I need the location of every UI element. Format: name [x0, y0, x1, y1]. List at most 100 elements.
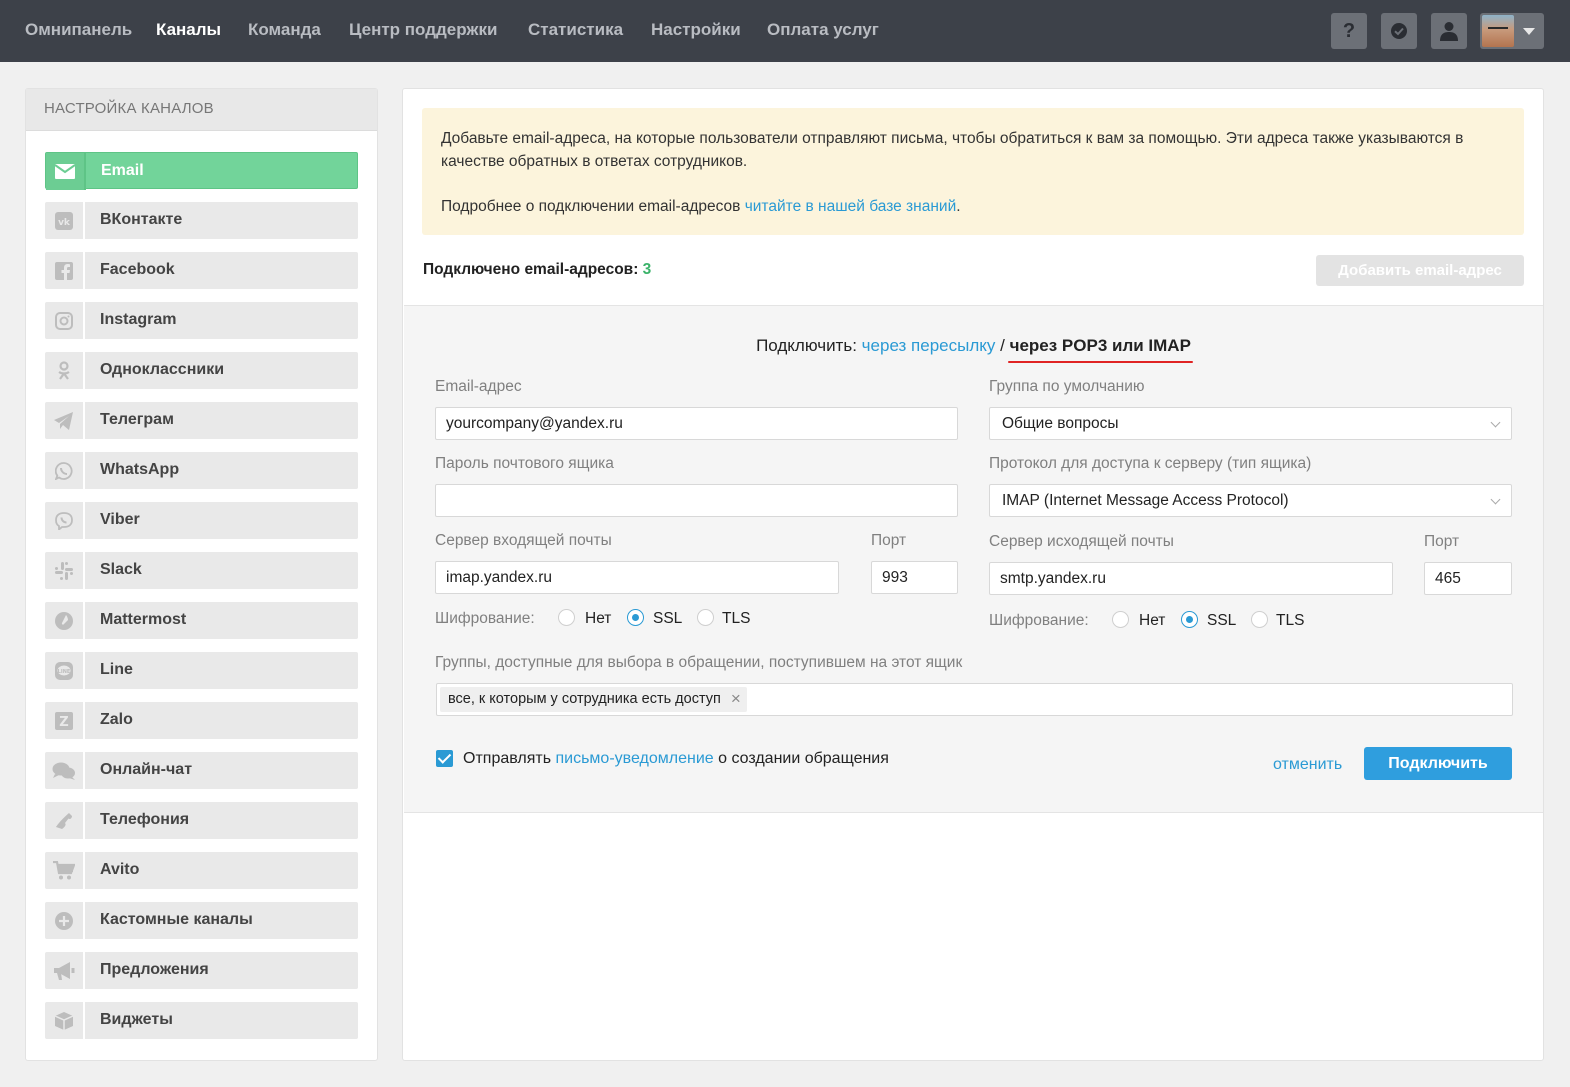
user-icon: [1440, 22, 1458, 41]
incoming-port-label: Порт: [871, 532, 907, 549]
incoming-encryption-ssl-radio[interactable]: [627, 609, 644, 626]
whatsapp-icon: [55, 461, 73, 480]
nav-channels[interactable]: Каналы: [156, 20, 221, 40]
avatar-menu-button[interactable]: [1480, 13, 1544, 49]
nav-omnipanel[interactable]: Омнипанель: [25, 20, 132, 40]
profile-button[interactable]: [1431, 13, 1467, 49]
cart-icon: [53, 860, 75, 879]
nav-team[interactable]: Команда: [248, 20, 321, 40]
outgoing-encryption: Шифрование: Нет SSL TLS: [989, 611, 1305, 629]
groups-tag: все, к которым у сотрудника есть доступ …: [440, 687, 747, 712]
sidebar-item-avito[interactable]: Avito: [45, 852, 358, 889]
zalo-icon: Z: [55, 711, 73, 730]
sidebar-item-label: Slack: [100, 561, 142, 578]
outgoing-port-field[interactable]: 465: [1424, 562, 1512, 595]
svg-text:vk: vk: [58, 218, 71, 228]
sidebar-item-label: Телефония: [100, 811, 190, 828]
vk-icon: vk: [55, 211, 73, 230]
default-group-label: Группа по умолчанию: [989, 378, 1145, 395]
protocol-select[interactable]: IMAP (Internet Message Access Protocol): [989, 484, 1512, 517]
odnoklassniki-icon: [58, 360, 70, 380]
facebook-icon: [55, 261, 73, 280]
sidebar-item-vkontakte[interactable]: vk ВКонтакте: [45, 202, 358, 239]
sidebar-item-label: ВКонтакте: [100, 211, 183, 228]
nav-settings[interactable]: Настройки: [651, 20, 741, 40]
info-notice: Добавьте email-адреса, на которые пользо…: [422, 108, 1524, 235]
connect-imap-option[interactable]: через POP3 или IMAP: [1010, 336, 1191, 355]
svg-text:Z: Z: [59, 715, 68, 730]
top-navbar: Омнипанель Каналы Команда Центр поддержк…: [0, 0, 1570, 62]
sidebar-item-zalo[interactable]: Z Zalo: [45, 702, 358, 739]
sidebar-item-odnoklassniki[interactable]: Одноклассники: [45, 352, 358, 389]
sidebar-item-label: Facebook: [100, 261, 175, 278]
incoming-encryption-tls-radio[interactable]: [697, 609, 714, 626]
sidebar-item-telephony[interactable]: Телефония: [45, 802, 358, 839]
sidebar-item-custom-channels[interactable]: Кастомные каналы: [45, 902, 358, 939]
help-icon: ?: [1342, 19, 1356, 42]
outgoing-encryption-ssl-radio[interactable]: [1181, 611, 1198, 628]
sidebar-item-instagram[interactable]: Instagram: [45, 302, 358, 339]
phone-icon: [56, 812, 72, 829]
chevron-down-icon: [1490, 494, 1501, 505]
outgoing-encryption-none-radio[interactable]: [1112, 611, 1129, 628]
connect-forward-link[interactable]: через пересылку: [862, 336, 996, 355]
incoming-port-field[interactable]: 993: [871, 561, 958, 594]
sidebar-item-label: Zalo: [100, 711, 133, 728]
help-button[interactable]: ?: [1331, 13, 1367, 49]
protocol-label: Протокол для доступа к серверу (тип ящик…: [989, 455, 1312, 472]
groups-multiselect[interactable]: все, к которым у сотрудника есть доступ …: [436, 683, 1513, 716]
avatar: [1482, 15, 1514, 47]
sidebar-item-label: Виджеты: [100, 1011, 173, 1028]
outgoing-server-field[interactable]: smtp.yandex.ru: [989, 562, 1393, 595]
password-field[interactable]: [435, 484, 958, 517]
cancel-link[interactable]: отменить: [1273, 756, 1342, 774]
sidebar-item-viber[interactable]: Viber: [45, 502, 358, 539]
sidebar-item-slack[interactable]: Slack: [45, 552, 358, 589]
svg-text:LINE: LINE: [58, 669, 71, 675]
sidebar-item-label: Онлайн-чат: [100, 761, 193, 778]
chat-icon: [52, 762, 75, 780]
notify-template-link[interactable]: письмо-уведомление: [555, 750, 713, 767]
password-label: Пароль почтового ящика: [435, 455, 614, 472]
connect-form: Подключить: через пересылку / через POP3…: [404, 305, 1543, 813]
sidebar-item-label: Email: [101, 162, 144, 179]
knowledge-base-link[interactable]: читайте в нашей базе знаний: [745, 198, 957, 215]
info-more: Подробнее о подключении email-адресов чи…: [441, 198, 961, 215]
sidebar-item-label: Одноклассники: [100, 361, 225, 378]
connected-count-value: 3: [642, 261, 652, 278]
add-email-button[interactable]: Добавить email-адрес: [1316, 255, 1524, 286]
nav-support-center[interactable]: Центр поддержки: [349, 20, 497, 40]
sidebar-item-whatsapp[interactable]: WhatsApp: [45, 452, 358, 489]
notify-checkbox[interactable]: [436, 750, 453, 767]
remove-tag-icon[interactable]: ×: [731, 689, 741, 709]
sidebar-item-line[interactable]: LINE Line: [45, 652, 358, 689]
plus-circle-icon: [55, 911, 73, 930]
sidebar-item-label: Avito: [100, 861, 140, 878]
incoming-server-field[interactable]: imap.yandex.ru: [435, 561, 839, 594]
envelope-icon: [55, 164, 75, 179]
sidebar-item-email[interactable]: Email: [45, 152, 358, 190]
sidebar-item-label: Viber: [100, 511, 140, 528]
sidebar-item-online-chat[interactable]: Онлайн-чат: [45, 752, 358, 789]
line-icon: LINE: [55, 661, 73, 680]
sidebar-item-widgets[interactable]: Виджеты: [45, 1002, 358, 1039]
email-label: Email-адрес: [435, 378, 522, 395]
outgoing-server-label: Сервер исходящей почты: [989, 533, 1174, 550]
mattermost-icon: [55, 611, 73, 630]
nav-billing[interactable]: Оплата услуг: [767, 20, 879, 40]
email-channel-panel: Добавьте email-адреса, на которые пользо…: [402, 88, 1544, 1061]
chevron-down-icon: [1490, 417, 1501, 428]
incoming-server-label: Сервер входящей почты: [435, 532, 612, 549]
nav-statistics[interactable]: Статистика: [528, 20, 623, 40]
sidebar-item-offers[interactable]: Предложения: [45, 952, 358, 989]
sidebar-item-facebook[interactable]: Facebook: [45, 252, 358, 289]
email-field[interactable]: yourcompany@yandex.ru: [435, 407, 958, 440]
default-group-select[interactable]: Общие вопросы: [989, 407, 1512, 440]
sidebar-item-mattermost[interactable]: Mattermost: [45, 602, 358, 639]
incoming-encryption-none-radio[interactable]: [558, 609, 575, 626]
outgoing-encryption-tls-radio[interactable]: [1251, 611, 1268, 628]
status-button[interactable]: [1381, 13, 1417, 49]
sidebar-item-telegram[interactable]: Телеграм: [45, 402, 358, 439]
badge-check-icon: [1391, 23, 1407, 39]
connect-button[interactable]: Подключить: [1364, 747, 1512, 780]
